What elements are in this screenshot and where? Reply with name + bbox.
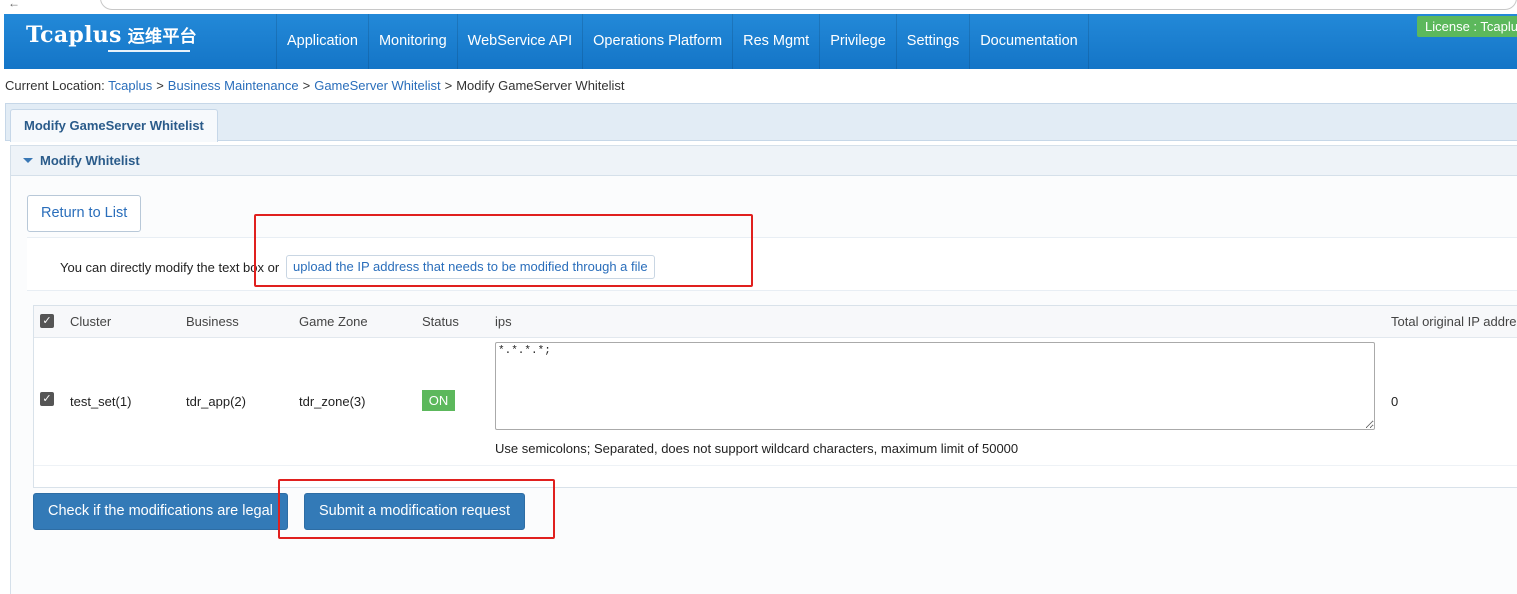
breadcrumb-link-tcaplus[interactable]: Tcaplus bbox=[108, 78, 152, 93]
top-navbar: Tcaplus 运维平台 Application Monitoring WebSe… bbox=[4, 14, 1517, 69]
menu-item-application[interactable]: Application bbox=[276, 14, 369, 69]
tab-modify-gameserver-whitelist[interactable]: Modify GameServer Whitelist bbox=[10, 109, 218, 142]
submit-modification-button[interactable]: Submit a modification request bbox=[304, 493, 526, 530]
return-to-list-button[interactable]: Return to List bbox=[27, 195, 142, 232]
row-divider bbox=[34, 465, 1517, 466]
cell-total-original-ip: 0 bbox=[1391, 394, 1399, 409]
main-menu: Application Monitoring WebService API Op… bbox=[276, 14, 1089, 69]
menu-item-documentation[interactable]: Documentation bbox=[970, 14, 1089, 69]
breadcrumb-separator: > bbox=[444, 78, 453, 93]
header-game-zone: Game Zone bbox=[299, 314, 368, 329]
status-badge: ON bbox=[422, 390, 455, 411]
ips-textarea[interactable] bbox=[495, 342, 1375, 430]
panel-title: Modify Whitelist bbox=[40, 153, 140, 168]
tab-bar: Modify GameServer Whitelist bbox=[5, 103, 1517, 142]
header-total-original-ip: Total original IP addre bbox=[1391, 314, 1517, 329]
header-business: Business bbox=[186, 314, 239, 329]
breadcrumb-current: Modify GameServer Whitelist bbox=[456, 78, 625, 93]
browser-nav-icon: ← bbox=[8, 0, 20, 10]
info-text: You can directly modify the text box or bbox=[60, 260, 280, 275]
license-badge: License : Tcaplus bbox=[1417, 16, 1517, 37]
menu-item-monitoring[interactable]: Monitoring bbox=[369, 14, 458, 69]
header-status: Status bbox=[422, 314, 459, 329]
info-box: You can directly modify the text box or bbox=[27, 237, 1517, 291]
breadcrumb-prefix: Current Location: bbox=[5, 78, 105, 93]
logo[interactable]: Tcaplus 运维平台 bbox=[26, 22, 197, 48]
row-checkbox[interactable]: ✓ bbox=[40, 392, 54, 406]
cell-cluster: test_set(1) bbox=[70, 394, 132, 409]
menu-item-webservice-api[interactable]: WebService API bbox=[458, 14, 584, 69]
breadcrumb-separator: > bbox=[156, 78, 164, 93]
menu-item-operations-platform[interactable]: Operations Platform bbox=[583, 14, 734, 69]
check-modifications-button[interactable]: Check if the modifications are legal bbox=[33, 493, 288, 530]
whitelist-table: ✓ Cluster Business Game Zone Status ips … bbox=[33, 305, 1517, 488]
header-ips: ips bbox=[495, 314, 512, 329]
caret-down-icon bbox=[23, 158, 33, 163]
browser-address-strip: ← bbox=[0, 0, 1517, 14]
breadcrumb-link-gameserver-whitelist[interactable]: GameServer Whitelist bbox=[314, 78, 440, 93]
cell-business: tdr_app(2) bbox=[186, 394, 246, 409]
logo-brand: Tcaplus bbox=[26, 22, 122, 48]
cell-game-zone: tdr_zone(3) bbox=[299, 394, 366, 409]
table-header: ✓ Cluster Business Game Zone Status ips … bbox=[34, 306, 1517, 338]
logo-underline bbox=[108, 50, 190, 52]
select-all-checkbox[interactable]: ✓ bbox=[40, 314, 54, 328]
header-cluster: Cluster bbox=[70, 314, 112, 329]
modify-whitelist-panel: Modify Whitelist Return to List You can … bbox=[10, 145, 1517, 594]
browser-address-bar[interactable] bbox=[100, 0, 1517, 10]
menu-item-res-mgmt[interactable]: Res Mgmt bbox=[733, 14, 821, 69]
breadcrumb: Current Location: Tcaplus > Business Maint… bbox=[5, 78, 625, 93]
upload-ip-file-button[interactable]: upload the IP address that needs to be m… bbox=[286, 255, 655, 279]
breadcrumb-link-business-maintenance[interactable]: Business Maintenance bbox=[168, 78, 299, 93]
panel-header[interactable]: Modify Whitelist bbox=[11, 145, 1517, 176]
menu-item-settings[interactable]: Settings bbox=[897, 14, 971, 69]
ips-hint: Use semicolons; Separated, does not supp… bbox=[495, 441, 1019, 456]
breadcrumb-separator: > bbox=[302, 78, 311, 93]
menu-item-privilege[interactable]: Privilege bbox=[820, 14, 897, 69]
logo-subtitle: 运维平台 bbox=[127, 27, 197, 47]
